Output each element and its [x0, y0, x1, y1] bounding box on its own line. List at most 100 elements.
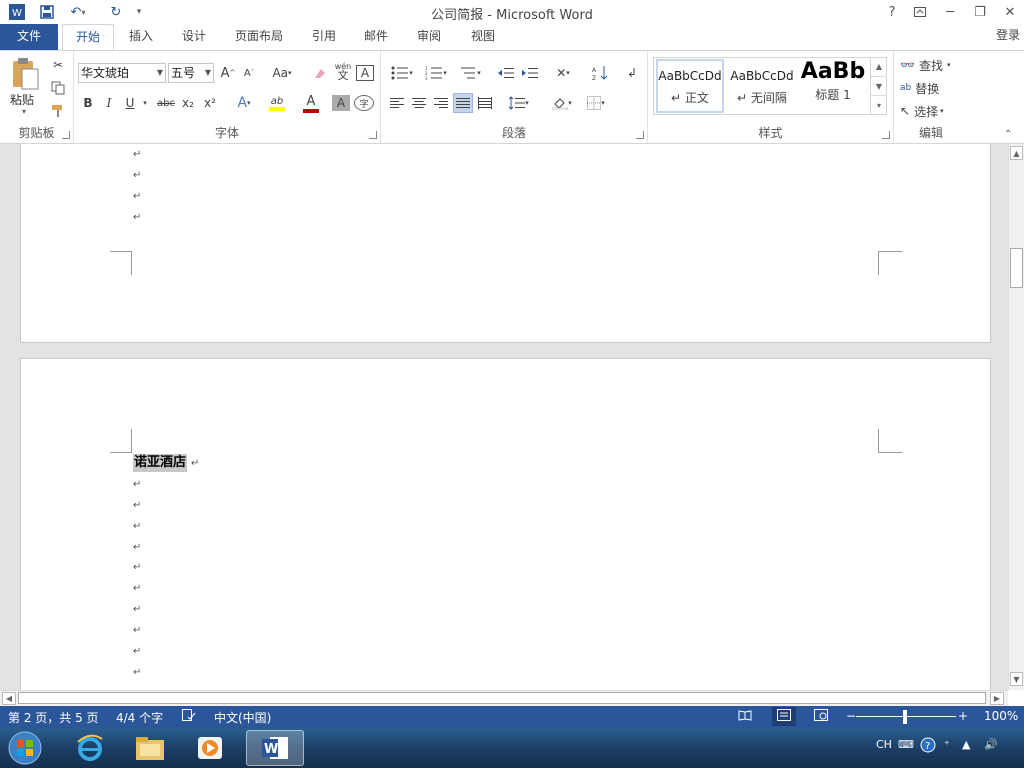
paragraph-mark[interactable]: ↵: [133, 521, 141, 532]
zoom-in-icon[interactable]: +: [958, 709, 968, 723]
help-circle-icon[interactable]: ?: [920, 737, 936, 756]
word-count-status[interactable]: 4/4 个字: [116, 709, 163, 726]
underline-dropdown-icon[interactable]: ▾: [140, 93, 150, 113]
paragraph-mark[interactable]: ↵: [133, 191, 141, 202]
bold-button[interactable]: B: [78, 93, 98, 113]
selected-heading-text[interactable]: 诺亚酒店: [133, 454, 188, 472]
page-count-status[interactable]: 第 2 页，共 5 页: [8, 709, 99, 726]
styles-launcher-icon[interactable]: [882, 131, 890, 139]
borders-icon[interactable]: ▾: [581, 93, 611, 113]
decrease-indent-icon[interactable]: [495, 63, 517, 83]
find-button[interactable]: 👓 查找 ▾: [900, 55, 964, 75]
input-language-indicator[interactable]: CH: [876, 738, 892, 751]
show-hide-marks-icon[interactable]: ↲: [621, 63, 643, 83]
paragraph-mark[interactable]: ↵: [133, 500, 141, 511]
paragraph-mark[interactable]: ↵: [133, 625, 141, 636]
superscript-button[interactable]: x²: [200, 93, 220, 113]
minimize-icon[interactable]: ─: [936, 0, 964, 24]
phonetic-guide-button[interactable]: wén 文: [332, 61, 354, 81]
styles-scroll-down-icon[interactable]: ▼: [871, 76, 887, 95]
sort-icon[interactable]: AZ: [589, 63, 611, 83]
paragraph-mark[interactable]: ↵: [133, 667, 141, 678]
tab-view[interactable]: 视图: [464, 24, 502, 50]
italic-button[interactable]: I: [100, 93, 118, 113]
subscript-button[interactable]: x₂: [178, 93, 198, 113]
word-taskbar-icon[interactable]: W: [246, 730, 304, 766]
word-app-icon[interactable]: W: [6, 2, 28, 22]
tab-layout[interactable]: 页面布局: [228, 24, 290, 50]
web-layout-icon[interactable]: [814, 709, 828, 724]
styles-more-icon[interactable]: ▾: [871, 95, 887, 114]
start-button-icon[interactable]: [0, 730, 50, 766]
paragraph-mark[interactable]: ↵: [133, 212, 141, 223]
login-link[interactable]: 登录: [996, 26, 1020, 46]
paragraph-mark[interactable]: ↵: [133, 479, 141, 490]
style-heading-1[interactable]: AaBb 标题 1: [800, 59, 866, 113]
language-status[interactable]: 中文(中国): [214, 709, 271, 726]
copy-icon[interactable]: [48, 78, 68, 98]
replace-button[interactable]: ab 替换: [900, 78, 964, 98]
format-painter-icon[interactable]: [48, 101, 68, 121]
font-launcher-icon[interactable]: [369, 131, 377, 139]
font-name-combo[interactable]: 华文琥珀 ▼: [78, 63, 166, 83]
paragraph-shading-icon[interactable]: ▾: [547, 93, 577, 113]
zoom-level[interactable]: 100%: [984, 709, 1018, 723]
vertical-scroll-thumb[interactable]: [1010, 248, 1023, 288]
zoom-slider-thumb[interactable]: [903, 710, 907, 724]
tab-mailings[interactable]: 邮件: [358, 24, 394, 50]
save-icon[interactable]: [36, 2, 58, 22]
grow-font-button[interactable]: A ^: [218, 63, 238, 83]
tab-review[interactable]: 审阅: [410, 24, 448, 50]
numbering-icon[interactable]: 1 2 3 ▾: [421, 63, 451, 83]
text-effects-button[interactable]: A ▾: [230, 93, 258, 113]
paragraph-mark[interactable]: ↵: [133, 170, 141, 181]
select-button[interactable]: ↖ 选择 ▾: [900, 101, 964, 121]
character-border-button[interactable]: A: [356, 65, 374, 81]
show-hidden-icons-icon[interactable]: ▲: [962, 738, 970, 751]
ime-toolbar-icon[interactable]: ⁺: [944, 738, 950, 751]
print-layout-icon[interactable]: [772, 707, 796, 726]
help-button[interactable]: ?: [878, 0, 906, 24]
align-left-icon[interactable]: [387, 93, 407, 113]
media-player-icon[interactable]: [182, 730, 238, 766]
volume-icon[interactable]: 🔊: [984, 738, 998, 751]
scroll-up-icon[interactable]: ▲: [1010, 146, 1023, 160]
highlight-button[interactable]: ab: [262, 93, 292, 113]
align-right-icon[interactable]: [431, 93, 451, 113]
scroll-down-icon[interactable]: ▼: [1010, 672, 1023, 686]
clear-format-icon[interactable]: [310, 63, 330, 83]
align-center-icon[interactable]: [409, 93, 429, 113]
font-size-combo[interactable]: 五号 ▼: [168, 63, 214, 83]
character-shading-button[interactable]: A: [332, 95, 350, 111]
paragraph-mark[interactable]: ↵: [133, 604, 141, 615]
paragraph-mark[interactable]: ↵: [133, 149, 141, 160]
tab-insert[interactable]: 插入: [122, 24, 160, 50]
horizontal-scrollbar[interactable]: ◀ ▶: [0, 690, 1008, 706]
horizontal-scroll-thumb[interactable]: [18, 692, 986, 704]
style-no-spacing[interactable]: AaBbCcDd ↵ 无间隔: [728, 59, 796, 113]
bullets-icon[interactable]: ▾: [387, 63, 417, 83]
tab-home[interactable]: 开始: [62, 24, 114, 51]
tab-references[interactable]: 引用: [306, 24, 342, 50]
internet-explorer-icon[interactable]: [62, 730, 118, 766]
styles-scroll-up-icon[interactable]: ▲: [871, 57, 887, 76]
enclose-characters-button[interactable]: 字: [354, 95, 374, 111]
shrink-font-button[interactable]: Aˇ: [240, 63, 258, 83]
restore-icon[interactable]: ❐: [966, 0, 994, 24]
scroll-left-icon[interactable]: ◀: [2, 692, 16, 705]
undo-icon[interactable]: ↶ ▾: [64, 2, 92, 22]
collapse-ribbon-icon[interactable]: ⌃: [1004, 129, 1012, 140]
line-spacing-icon[interactable]: ▾: [505, 93, 533, 113]
font-color-button[interactable]: A: [296, 93, 326, 113]
scroll-right-icon[interactable]: ▶: [990, 692, 1004, 705]
read-mode-icon[interactable]: [738, 709, 752, 724]
customize-qat-icon[interactable]: ▾: [132, 2, 146, 22]
close-icon[interactable]: ✕: [996, 0, 1024, 24]
justify-icon[interactable]: [453, 93, 473, 113]
paragraph-mark[interactable]: ↵: [133, 562, 141, 573]
vertical-scrollbar[interactable]: ▲ ▼: [1008, 144, 1024, 690]
zoom-out-icon[interactable]: −: [846, 709, 856, 723]
multilevel-list-icon[interactable]: ▾: [455, 63, 485, 83]
keyboard-icon[interactable]: ⌨: [898, 738, 914, 751]
change-case-button[interactable]: Aa ▾: [268, 63, 296, 83]
